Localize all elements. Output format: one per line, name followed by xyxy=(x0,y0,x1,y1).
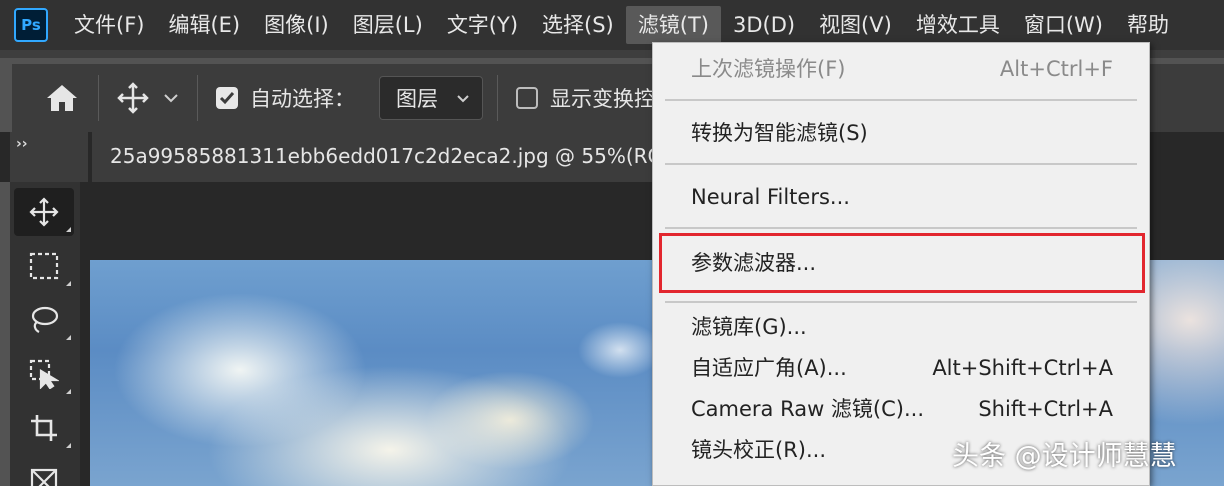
menu-divider xyxy=(665,163,1137,165)
menu-divider xyxy=(665,227,1137,229)
layer-select-value: 图层 xyxy=(396,87,438,111)
menu-item-label: 滤镜库(G)... xyxy=(691,315,807,339)
watermark-text: 头条 @设计师慧慧 xyxy=(952,441,1177,472)
lasso-icon xyxy=(31,306,59,333)
menu-item-convert-smart-filters[interactable]: 转换为智能滤镜(S) xyxy=(691,115,1113,151)
menu-file[interactable]: 文件(F) xyxy=(62,6,156,44)
photoshop-logo-icon: Ps xyxy=(14,8,48,42)
tool-crop[interactable] xyxy=(14,404,74,452)
tool-lasso[interactable] xyxy=(14,296,74,344)
menu-item-label: 转换为智能滤镜(S) xyxy=(691,121,868,145)
move-icon xyxy=(29,197,59,227)
divider xyxy=(197,75,198,121)
menu-item-neural-filters[interactable]: Neural Filters... xyxy=(691,179,1113,215)
layer-select-dropdown[interactable]: 图层 xyxy=(379,76,483,120)
highlight-box xyxy=(659,233,1145,293)
menu-divider xyxy=(665,301,1137,303)
menu-edit[interactable]: 编辑(E) xyxy=(156,6,252,44)
show-transform-checkbox[interactable] xyxy=(516,87,538,109)
tools-panel xyxy=(10,182,80,486)
menu-layer[interactable]: 图层(L) xyxy=(341,6,435,44)
chevron-down-icon[interactable] xyxy=(159,86,183,110)
auto-select-checkbox[interactable] xyxy=(216,87,238,109)
menu-plugins[interactable]: 增效工具 xyxy=(904,6,1012,44)
crop-icon xyxy=(31,415,57,441)
tool-flyout-indicator xyxy=(66,443,71,448)
menu-item-camera-raw-filter[interactable]: Camera Raw 滤镜(C)... Shift+Ctrl+A xyxy=(691,391,1113,427)
tool-flyout-indicator xyxy=(66,335,71,340)
menu-item-label: Camera Raw 滤镜(C)... xyxy=(691,397,925,421)
menu-item-shortcut: Alt+Ctrl+F xyxy=(999,57,1113,81)
move-tool-icon[interactable] xyxy=(113,78,153,118)
chevron-down-icon xyxy=(457,94,469,102)
menu-select[interactable]: 选择(S) xyxy=(530,6,626,44)
frame-icon xyxy=(30,468,58,486)
tool-move[interactable] xyxy=(14,188,74,236)
tool-marquee[interactable] xyxy=(14,242,74,290)
menu-item-label: 镜头校正(R)... xyxy=(691,438,827,462)
divider xyxy=(98,75,99,121)
toolbar-collapse-button[interactable]: ›› xyxy=(10,132,88,182)
menu-item-shortcut: Alt+Shift+Ctrl+A xyxy=(932,356,1113,380)
divider xyxy=(497,75,498,121)
menu-image[interactable]: 图像(I) xyxy=(252,6,341,44)
menu-filter[interactable]: 滤镜(T) xyxy=(625,6,721,44)
tool-flyout-indicator xyxy=(66,389,71,394)
tool-flyout-indicator xyxy=(66,281,71,286)
menu-item-filter-gallery[interactable]: 滤镜库(G)... xyxy=(691,309,1113,345)
menu-item-shortcut: Shift+Ctrl+A xyxy=(978,397,1113,421)
auto-select-label: 自动选择： xyxy=(250,87,355,111)
tool-flyout-indicator xyxy=(66,227,71,232)
menu-item-label: 自适应广角(A)... xyxy=(691,356,847,380)
menu-item-adaptive-wide-angle[interactable]: 自适应广角(A)... Alt+Shift+Ctrl+A xyxy=(691,350,1113,386)
marquee-icon xyxy=(29,252,59,280)
menu-view[interactable]: 视图(V) xyxy=(807,6,904,44)
filter-menu-dropdown: 上次滤镜操作(F) Alt+Ctrl+F 转换为智能滤镜(S) Neural F… xyxy=(652,42,1150,486)
menu-help[interactable]: 帮助 xyxy=(1115,6,1181,44)
menu-3d[interactable]: 3D(D) xyxy=(721,6,807,44)
menu-item-label: 上次滤镜操作(F) xyxy=(691,57,846,81)
menu-window[interactable]: 窗口(W) xyxy=(1012,6,1115,44)
home-icon[interactable] xyxy=(40,76,84,120)
menu-item-label: Neural Filters... xyxy=(691,185,850,209)
tool-object-select[interactable] xyxy=(14,350,74,398)
menu-divider xyxy=(665,99,1137,101)
menu-type[interactable]: 文字(Y) xyxy=(435,6,530,44)
object-select-icon xyxy=(29,359,59,389)
tool-frame[interactable] xyxy=(14,458,74,486)
menu-item-last-filter: 上次滤镜操作(F) Alt+Ctrl+F xyxy=(691,51,1113,87)
